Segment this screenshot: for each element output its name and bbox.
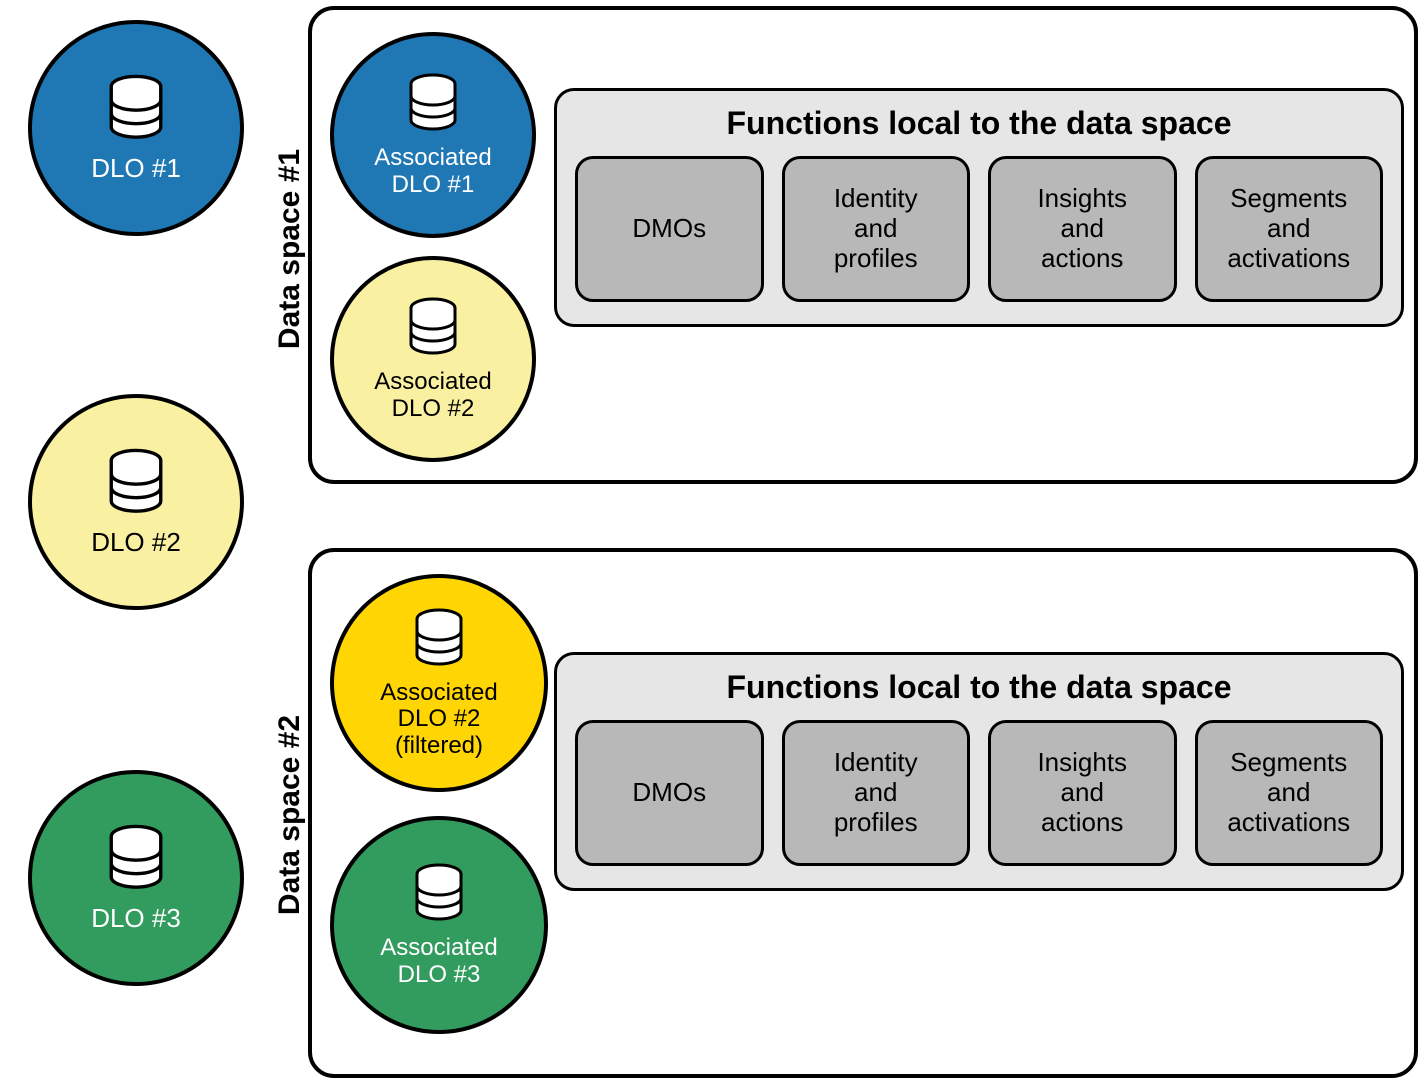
function-box-dmos: DMOs xyxy=(575,156,764,302)
assoc-dlo-label: AssociatedDLO #3 xyxy=(380,935,497,988)
functions-row: DMOs Identityandprofiles Insightsandacti… xyxy=(575,156,1383,302)
database-icon xyxy=(100,447,172,524)
dlo-label: DLO #1 xyxy=(91,154,181,183)
dataspace-1-box: AssociatedDLO #1 AssociatedDLO #2 Functi… xyxy=(308,6,1418,484)
functions-title: Functions local to the data space xyxy=(575,669,1383,706)
database-icon xyxy=(407,862,471,931)
dlo-label: DLO #3 xyxy=(91,904,181,933)
assoc-dlo-circle-4: AssociatedDLO #3 xyxy=(330,816,548,1034)
assoc-dlo-circle-1: AssociatedDLO #1 xyxy=(330,32,536,238)
functions-panel-2: Functions local to the data space DMOs I… xyxy=(554,652,1404,891)
function-box-segments: Segmentsandactivations xyxy=(1195,156,1384,302)
database-icon xyxy=(401,72,465,141)
dlo-circle-3: DLO #3 xyxy=(28,770,244,986)
function-box-insights: Insightsandactions xyxy=(988,156,1177,302)
assoc-dlo-label: AssociatedDLO #1 xyxy=(374,145,491,198)
assoc-dlo-circle-2: AssociatedDLO #2 xyxy=(330,256,536,462)
database-icon xyxy=(407,607,471,676)
function-box-segments: Segmentsandactivations xyxy=(1195,720,1384,866)
assoc-dlo-label: AssociatedDLO #2(filtered) xyxy=(380,680,497,759)
dataspace-2-box: AssociatedDLO #2(filtered) AssociatedDLO… xyxy=(308,548,1418,1078)
function-box-dmos: DMOs xyxy=(575,720,764,866)
assoc-dlo-label: AssociatedDLO #2 xyxy=(374,369,491,422)
dlo-circle-2: DLO #2 xyxy=(28,394,244,610)
database-icon xyxy=(401,296,465,365)
functions-row: DMOs Identityandprofiles Insightsandacti… xyxy=(575,720,1383,866)
function-box-insights: Insightsandactions xyxy=(988,720,1177,866)
dlo-circle-1: DLO #1 xyxy=(28,20,244,236)
database-icon xyxy=(100,73,172,150)
dlo-label: DLO #2 xyxy=(91,528,181,557)
functions-title: Functions local to the data space xyxy=(575,105,1383,142)
dataspace-1-label: Data space #1 xyxy=(273,149,307,349)
function-box-identity: Identityandprofiles xyxy=(782,720,971,866)
functions-panel-1: Functions local to the data space DMOs I… xyxy=(554,88,1404,327)
database-icon xyxy=(100,823,172,900)
assoc-dlo-circle-3: AssociatedDLO #2(filtered) xyxy=(330,574,548,792)
dataspace-2-label: Data space #2 xyxy=(273,715,307,915)
function-box-identity: Identityandprofiles xyxy=(782,156,971,302)
